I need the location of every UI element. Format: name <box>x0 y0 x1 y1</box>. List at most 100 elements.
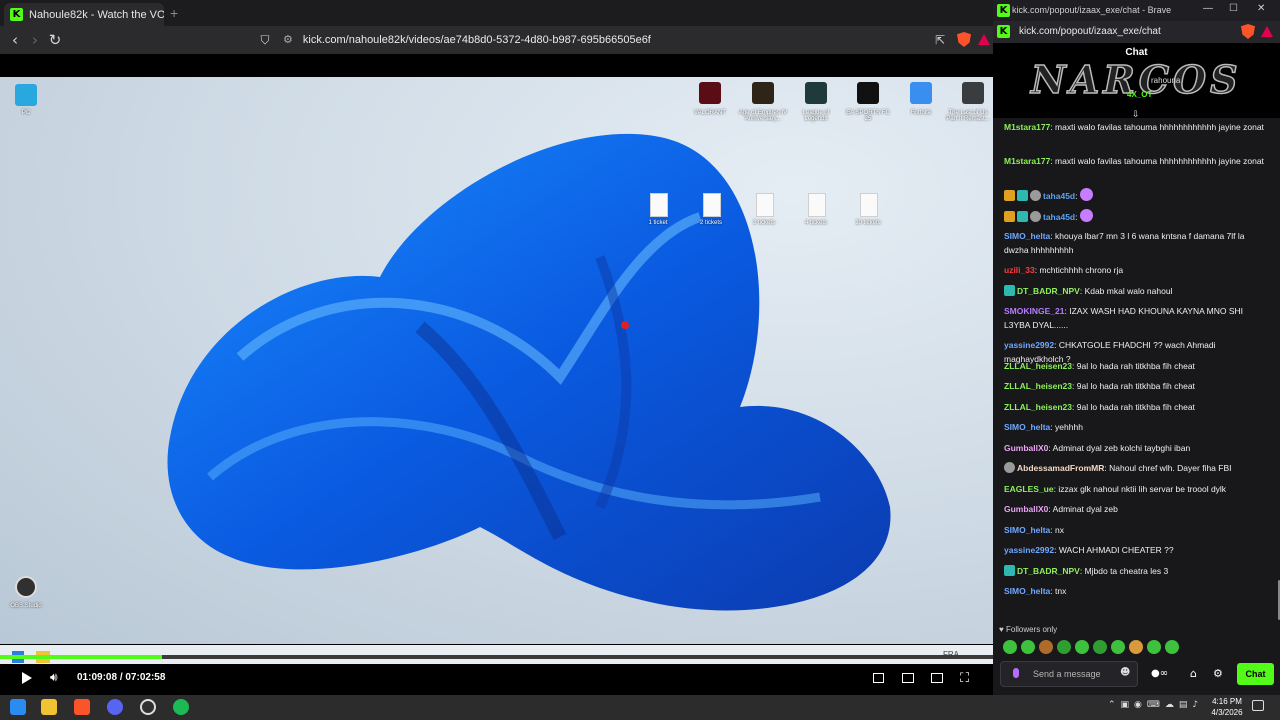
file-icon[interactable] <box>756 193 774 217</box>
chat-username[interactable]: M1stara177 <box>1004 122 1050 132</box>
valorant-icon[interactable] <box>699 82 721 104</box>
brave-icon[interactable] <box>74 699 90 715</box>
crown-badge-icon[interactable] <box>1004 190 1015 201</box>
new-tab-button[interactable]: + <box>170 5 178 21</box>
time-separator: / <box>119 672 123 683</box>
sub-badge-icon[interactable] <box>1004 564 1015 576</box>
brave-shields-icon[interactable] <box>957 32 971 47</box>
chat-message: yassine2992: WACH AHMADI CHEATER ?? <box>1004 543 1270 557</box>
obs-icon[interactable] <box>140 699 156 715</box>
back-icon[interactable]: ‹ <box>6 31 24 49</box>
browser-tab[interactable]: K Nahoule82k - Watch the VOD o ✕ <box>4 3 164 26</box>
chat-username[interactable]: ZLLAL_heisen23 <box>1004 402 1072 412</box>
emoji-icon[interactable]: ☻ <box>1120 667 1130 678</box>
chat-username[interactable]: AbdessamadFromMR <box>1017 463 1104 473</box>
chat-username[interactable]: SIMO_helta <box>1004 525 1050 535</box>
notifications-icon[interactable] <box>1252 700 1264 711</box>
emote-icon[interactable] <box>1057 640 1071 654</box>
chat-text: WACH AHMADI CHEATER ?? <box>1058 545 1174 555</box>
gift-badge-icon[interactable] <box>1004 462 1015 473</box>
chat-username[interactable]: SIMO_helta <box>1004 422 1050 432</box>
ea-fc-icon[interactable] <box>857 82 879 104</box>
reload-icon[interactable]: ↻ <box>46 31 64 49</box>
system-tray[interactable]: ⌃▣◉⌨☁▤♪ <box>1108 700 1203 710</box>
brave-rewards-icon[interactable] <box>978 34 990 45</box>
file-icon[interactable] <box>650 193 668 217</box>
share-icon[interactable]: ⇱ <box>931 31 949 49</box>
gift-badge-icon[interactable] <box>1030 190 1041 201</box>
chat-username[interactable]: taha45d <box>1043 212 1075 222</box>
fortnite-icon[interactable] <box>910 82 932 104</box>
forward-icon[interactable]: › <box>26 31 44 49</box>
emote-icon[interactable] <box>1021 640 1035 654</box>
chat-username[interactable]: M1stara177 <box>1004 156 1050 166</box>
age-of-empires-icon[interactable] <box>752 82 774 104</box>
bookmark-icon[interactable]: ⛉ <box>256 31 274 49</box>
video-player[interactable]: PC VALORANT Age of Empires IV Anniversar… <box>0 77 993 644</box>
emote-icon[interactable] <box>1075 640 1089 654</box>
chat-username[interactable]: ZLLAL_heisen23 <box>1004 361 1072 371</box>
emote-icon[interactable] <box>1111 640 1125 654</box>
discord-icon[interactable] <box>107 699 123 715</box>
users-icon[interactable]: ●∞ <box>1151 668 1168 679</box>
chat-username[interactable]: uzili_33 <box>1004 265 1035 275</box>
league-of-legends-icon[interactable] <box>805 82 827 104</box>
mic-icon[interactable] <box>1013 668 1019 678</box>
file-icon[interactable] <box>860 193 878 217</box>
chat-username[interactable]: GumballX0 <box>1004 443 1048 453</box>
chat-text: Nahoul chref wlh. Dayer fiha FBI <box>1109 463 1232 473</box>
chat-username[interactable]: SIMO_helta <box>1004 231 1050 241</box>
file-explorer-icon[interactable] <box>41 699 57 715</box>
store-icon[interactable]: ⌂ <box>1190 667 1197 680</box>
theater-mode-icon[interactable] <box>931 673 943 683</box>
sub-badge-icon[interactable] <box>1017 210 1028 222</box>
play-icon[interactable] <box>22 672 32 684</box>
settings-gear-icon[interactable]: ⚙ <box>1213 667 1223 680</box>
file-icon[interactable] <box>703 193 721 217</box>
pc-icon[interactable] <box>15 84 37 106</box>
chat-username[interactable]: ZLLAL_heisen23 <box>1004 381 1072 391</box>
fullscreen-icon[interactable]: ⛶ <box>960 671 969 686</box>
sub-badge-icon[interactable] <box>1017 190 1028 201</box>
chat-username[interactable]: SIMO_helta <box>1004 586 1050 596</box>
send-message-input[interactable]: Send a message ☻ <box>1000 661 1138 687</box>
emote-icon[interactable] <box>1147 640 1161 654</box>
followers-only-text: Followers only <box>1005 625 1058 634</box>
address-bar[interactable]: ⚙ kick.com/nahoule82k/videos/ae74b8d0-53… <box>283 30 923 50</box>
site-info-icon[interactable]: ⚙ <box>283 30 293 50</box>
sub-badge-icon[interactable] <box>1004 284 1015 296</box>
close-window-icon[interactable]: ✕ <box>1257 3 1265 14</box>
chat-send-button[interactable]: Chat <box>1237 663 1274 685</box>
last-of-us-icon[interactable] <box>962 82 984 104</box>
emote-icon[interactable] <box>1165 640 1179 654</box>
chat-message-list: M1stara177: maxti walo favilas tahouma h… <box>993 118 1280 618</box>
emote-icon[interactable] <box>1003 640 1017 654</box>
chat-username[interactable]: EAGLES_ue <box>1004 484 1054 494</box>
chat-username[interactable]: GumballX0 <box>1004 504 1048 514</box>
obs-icon[interactable] <box>15 576 37 598</box>
minimize-icon[interactable]: — <box>1203 3 1213 14</box>
windows-start-icon[interactable] <box>10 699 26 715</box>
emote-icon[interactable] <box>1039 640 1053 654</box>
chat-username[interactable]: DT_BADR_NPV <box>1017 286 1080 296</box>
emote-icon[interactable] <box>1129 640 1143 654</box>
expand-pinned-icon[interactable]: ⇩ <box>1132 110 1140 118</box>
brave-rewards-icon[interactable] <box>1261 26 1273 37</box>
chat-username[interactable]: SMOKINGE_21 <box>1004 306 1064 316</box>
chat-username[interactable]: DT_BADR_NPV <box>1017 566 1080 576</box>
emote-icon[interactable] <box>1093 640 1107 654</box>
chat-username[interactable]: yassine2992 <box>1004 340 1054 350</box>
miniplayer-icon[interactable] <box>873 673 884 683</box>
clip-icon[interactable] <box>902 673 914 683</box>
maximize-icon[interactable]: ☐ <box>1229 3 1238 14</box>
chat-username[interactable]: taha45d <box>1043 191 1075 201</box>
volume-icon[interactable]: 🔊︎ <box>50 670 58 685</box>
chat-username[interactable]: yassine2992 <box>1004 545 1054 555</box>
brave-shields-icon[interactable] <box>1241 24 1255 39</box>
file-icon[interactable] <box>808 193 826 217</box>
crown-badge-icon[interactable] <box>1004 210 1015 222</box>
popout-urlbar[interactable]: K kick.com/popout/izaax_exe/chat <box>993 21 1280 43</box>
file-label: 1 ticket <box>648 220 668 226</box>
spotify-icon[interactable] <box>173 699 189 715</box>
gift-badge-icon[interactable] <box>1030 210 1041 222</box>
